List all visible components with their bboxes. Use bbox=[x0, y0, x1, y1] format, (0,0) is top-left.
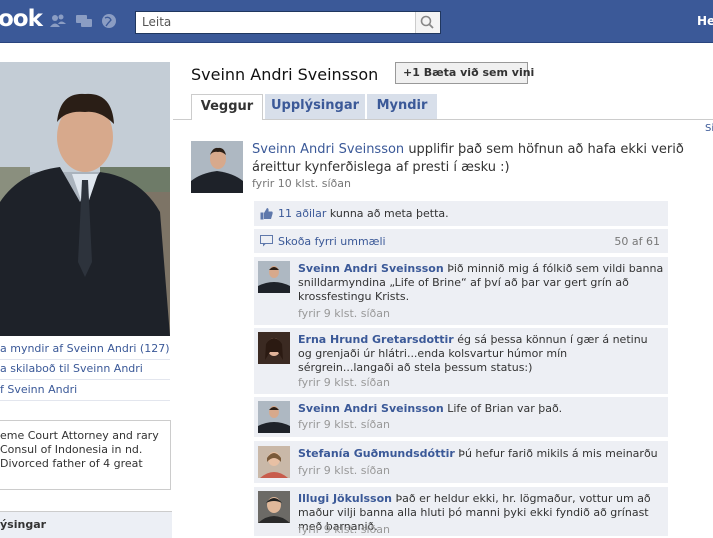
profile-name: Sveinn Andri Sveinsson bbox=[191, 65, 379, 84]
top-navigation-bar: ook Leita He bbox=[0, 0, 713, 43]
commenter-avatar[interactable] bbox=[258, 261, 290, 293]
search-box[interactable]: Leita bbox=[135, 11, 441, 34]
commenter-avatar[interactable] bbox=[258, 446, 290, 478]
comment-count: 50 af 61 bbox=[614, 235, 660, 248]
left-link-message[interactable]: a skilaboð til Sveinn Andri bbox=[0, 362, 143, 375]
commenter-avatar[interactable] bbox=[258, 332, 290, 364]
older-comments-row: Skoða fyrri ummæli 50 af 61 bbox=[254, 229, 668, 253]
status-author-avatar[interactable] bbox=[191, 141, 243, 193]
comment-author-link[interactable]: Stefanía Guðmundsdóttir bbox=[298, 447, 455, 460]
likes-suffix: kunna að meta þetta. bbox=[326, 207, 449, 220]
add-friend-button[interactable]: +1 Bæta við sem vini bbox=[395, 62, 534, 84]
left-link-poke[interactable]: f Sveinn Andri bbox=[0, 383, 77, 396]
search-button[interactable] bbox=[415, 12, 440, 33]
avatar bbox=[258, 491, 290, 523]
comment-item: Illugi Jökulsson Það er heldur ekki, hr.… bbox=[254, 487, 668, 536]
divider bbox=[0, 400, 170, 401]
friend-requests-icon[interactable] bbox=[49, 12, 67, 30]
info-section-title: ýsingar bbox=[0, 518, 47, 531]
status-timestamp[interactable]: fyrir 10 klst. síðan bbox=[252, 177, 351, 190]
like-thumb-icon bbox=[260, 208, 273, 220]
comment-bubble-icon bbox=[260, 235, 273, 247]
avatar bbox=[258, 261, 290, 293]
add-friend-label: Bæta við sem vini bbox=[423, 66, 535, 79]
avatar bbox=[258, 401, 290, 433]
messages-icon[interactable] bbox=[75, 12, 93, 30]
profile-photo-image bbox=[0, 62, 170, 336]
left-link-photos[interactable]: a myndir af Sveinn Andri (127) bbox=[0, 342, 170, 355]
view-older-comments-link[interactable]: Skoða fyrri ummæli bbox=[278, 235, 386, 248]
edge-link[interactable]: Si bbox=[705, 123, 713, 134]
likes-row: 11 aðilar kunna að meta þetta. bbox=[254, 201, 668, 226]
comment-item: Sveinn Andri Sveinsson Life of Brian var… bbox=[254, 397, 668, 437]
add-friend-icon: +1 bbox=[403, 66, 420, 79]
comment-author-link[interactable]: Sveinn Andri Sveinsson bbox=[298, 402, 444, 415]
comment-timestamp[interactable]: fyrir 9 klst. síðan bbox=[298, 307, 390, 320]
comment-text: Þú hefur farið mikils á mis meinarðu bbox=[454, 447, 658, 460]
comment-author-link[interactable]: Erna Hrund Gretarsdottir bbox=[298, 333, 454, 346]
comment-body: Sveinn Andri Sveinsson Life of Brian var… bbox=[298, 402, 664, 416]
comment-body: Erna Hrund Gretarsdottir ég sá þessa kön… bbox=[298, 333, 664, 375]
bio-text: eme Court Attorney and rary Consul of In… bbox=[0, 429, 159, 470]
commenter-avatar[interactable] bbox=[258, 491, 290, 523]
profile-picture[interactable] bbox=[0, 62, 170, 336]
commenter-avatar[interactable] bbox=[258, 401, 290, 433]
comment-author-link[interactable]: Sveinn Andri Sveinsson bbox=[298, 262, 444, 275]
home-link[interactable]: He bbox=[697, 14, 713, 28]
likes-text: 11 aðilar kunna að meta þetta. bbox=[278, 207, 449, 220]
avatar bbox=[258, 446, 290, 478]
divider bbox=[0, 359, 170, 360]
avatar bbox=[258, 332, 290, 364]
comment-item: Stefanía Guðmundsdóttir Þú hefur farið m… bbox=[254, 441, 668, 483]
comment-text: Life of Brian var það. bbox=[443, 402, 563, 415]
comment-body: Stefanía Guðmundsdóttir Þú hefur farið m… bbox=[298, 447, 664, 461]
notifications-globe-icon[interactable] bbox=[100, 12, 118, 30]
tab-photos[interactable]: Myndir bbox=[367, 94, 437, 119]
comment-timestamp[interactable]: fyrir 9 klst. síðan bbox=[298, 523, 390, 536]
comment-timestamp[interactable]: fyrir 9 klst. síðan bbox=[298, 464, 390, 477]
bio-box: eme Court Attorney and rary Consul of In… bbox=[0, 420, 171, 490]
comment-item: Sveinn Andri Sveinsson Þið minnið mig á … bbox=[254, 257, 668, 325]
info-section-header: ýsingar bbox=[0, 511, 172, 538]
tab-info[interactable]: Upplýsingar bbox=[265, 94, 365, 119]
search-input[interactable]: Leita bbox=[142, 15, 171, 29]
status-author-link[interactable]: Sveinn Andri Sveinsson bbox=[252, 142, 404, 157]
tab-wall[interactable]: Veggur bbox=[191, 94, 263, 120]
facebook-logo[interactable]: ook bbox=[0, 6, 43, 32]
comment-author-link[interactable]: Illugi Jökulsson bbox=[298, 492, 392, 505]
avatar bbox=[191, 141, 243, 193]
divider bbox=[0, 379, 170, 380]
comment-body: Sveinn Andri Sveinsson Þið minnið mig á … bbox=[298, 262, 664, 304]
likes-count-link[interactable]: 11 aðilar bbox=[278, 207, 326, 220]
comment-timestamp[interactable]: fyrir 9 klst. síðan bbox=[298, 376, 390, 389]
comment-item: Erna Hrund Gretarsdottir ég sá þessa kön… bbox=[254, 328, 668, 394]
status-message: Sveinn Andri Sveinsson upplifir það sem … bbox=[252, 141, 692, 177]
search-icon bbox=[420, 15, 434, 29]
comment-timestamp[interactable]: fyrir 9 klst. síðan bbox=[298, 418, 390, 431]
